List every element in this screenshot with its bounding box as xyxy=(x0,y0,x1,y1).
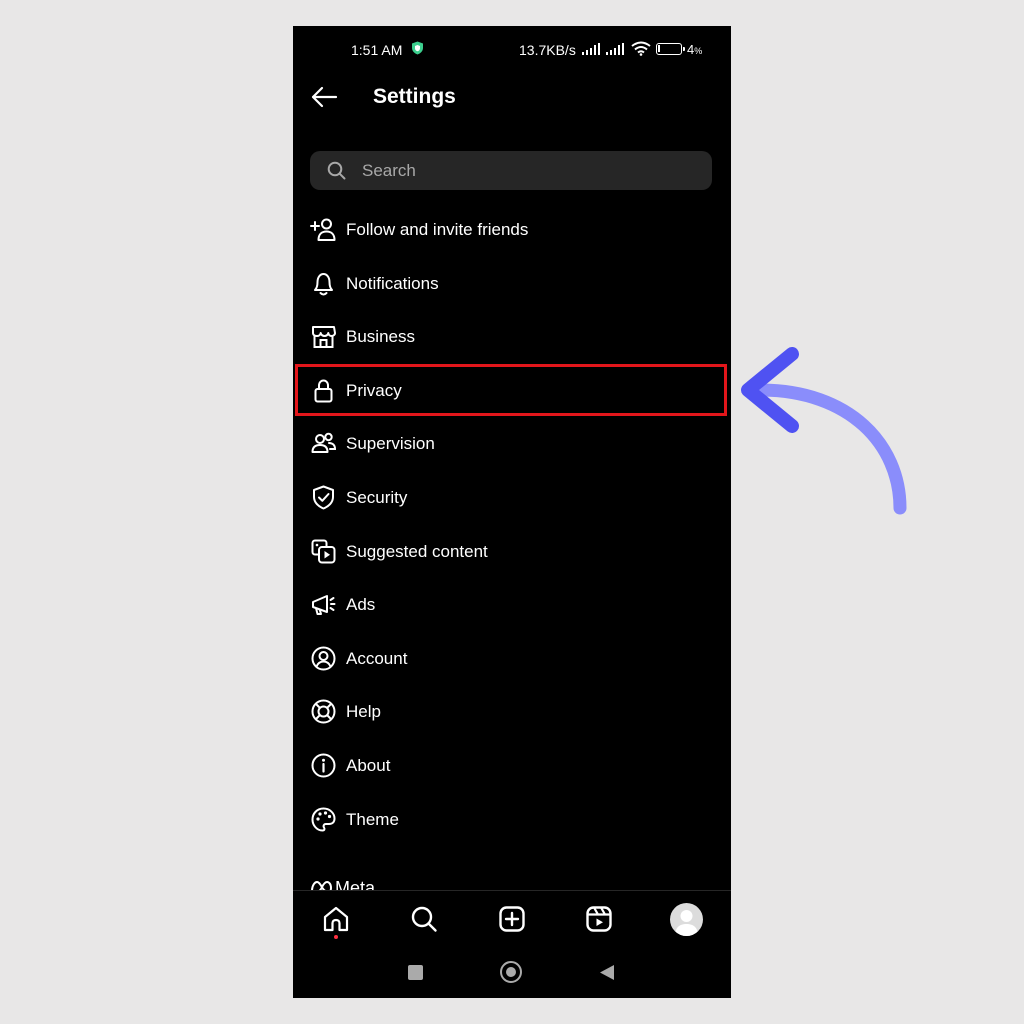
storefront-icon xyxy=(312,326,336,349)
phone-screen: 1:51 AM 13.7KB/s 4% Settings Search Foll… xyxy=(293,26,731,998)
menu-item-label: Supervision xyxy=(346,434,435,454)
signal-icon xyxy=(582,43,600,55)
notification-dot xyxy=(334,935,338,939)
pointer-arrow-icon xyxy=(741,347,907,515)
search-bar[interactable] xyxy=(310,151,712,190)
shield-check-icon xyxy=(313,485,334,510)
menu-item-label: Help xyxy=(346,702,381,722)
battery-percent: 4% xyxy=(687,42,703,57)
menu-item-label: Notifications xyxy=(346,273,439,293)
menu-item-label: Security xyxy=(346,487,408,507)
back-nav-button[interactable] xyxy=(599,964,615,981)
menu-item-label: Theme xyxy=(346,809,399,829)
system-nav-bar xyxy=(293,946,731,998)
settings-menu: Follow and invite friends Notifications … xyxy=(293,203,731,846)
signal-icon xyxy=(606,43,624,55)
recent-apps-button[interactable] xyxy=(408,965,423,980)
menu-item-suggested-content[interactable]: Suggested content xyxy=(293,525,731,579)
page-title: Settings xyxy=(373,85,456,108)
megaphone-icon xyxy=(312,595,336,616)
search-icon[interactable] xyxy=(410,905,438,933)
menu-item-help[interactable]: Help xyxy=(293,685,731,739)
status-time: 1:51 AM xyxy=(351,42,403,58)
bell-icon xyxy=(314,272,333,296)
search-icon xyxy=(327,161,346,180)
menu-item-label: Follow and invite friends xyxy=(346,220,529,239)
menu-item-label: Privacy xyxy=(346,380,402,400)
shield-status-icon xyxy=(412,41,423,55)
home-icon[interactable] xyxy=(322,905,350,933)
default-avatar-icon xyxy=(675,910,698,936)
create-post-icon[interactable] xyxy=(498,905,526,933)
menu-item-supervision[interactable]: Supervision xyxy=(293,417,731,471)
menu-item-notifications[interactable]: Notifications xyxy=(293,257,731,311)
menu-item-label: Ads xyxy=(346,595,376,615)
profile-avatar[interactable] xyxy=(670,903,703,936)
info-icon xyxy=(311,753,336,778)
menu-item-follow-invite[interactable]: Follow and invite friends xyxy=(293,203,731,257)
menu-item-ads[interactable]: Ads xyxy=(293,578,731,632)
status-bar: 1:51 AM 13.7KB/s 4% xyxy=(293,26,731,74)
menu-item-label: Business xyxy=(346,327,415,347)
header: Settings xyxy=(293,74,731,134)
home-nav-button[interactable] xyxy=(500,961,522,983)
menu-item-account[interactable]: Account xyxy=(293,632,731,686)
user-circle-icon xyxy=(311,646,336,671)
menu-item-business[interactable]: Business xyxy=(293,310,731,364)
lock-icon xyxy=(314,379,333,403)
menu-item-label: Suggested content xyxy=(346,541,488,561)
lifebuoy-icon xyxy=(311,699,336,724)
back-arrow-icon[interactable] xyxy=(309,82,339,112)
menu-item-label: Account xyxy=(346,648,408,668)
menu-item-label: About xyxy=(346,755,391,775)
reels-icon[interactable] xyxy=(585,905,613,933)
battery-icon xyxy=(656,43,685,55)
search-input[interactable] xyxy=(362,151,692,190)
menu-item-theme[interactable]: Theme xyxy=(293,793,731,847)
menu-item-privacy[interactable]: Privacy xyxy=(293,363,731,418)
palette-icon xyxy=(311,807,336,832)
add-person-icon xyxy=(310,218,336,241)
menu-item-about[interactable]: About xyxy=(293,739,731,793)
people-icon xyxy=(311,433,337,454)
media-play-icon xyxy=(311,539,336,564)
menu-item-security[interactable]: Security xyxy=(293,471,731,525)
wifi-icon xyxy=(631,41,651,56)
network-speed: 13.7KB/s xyxy=(519,42,576,58)
bottom-tab-bar xyxy=(293,890,731,947)
